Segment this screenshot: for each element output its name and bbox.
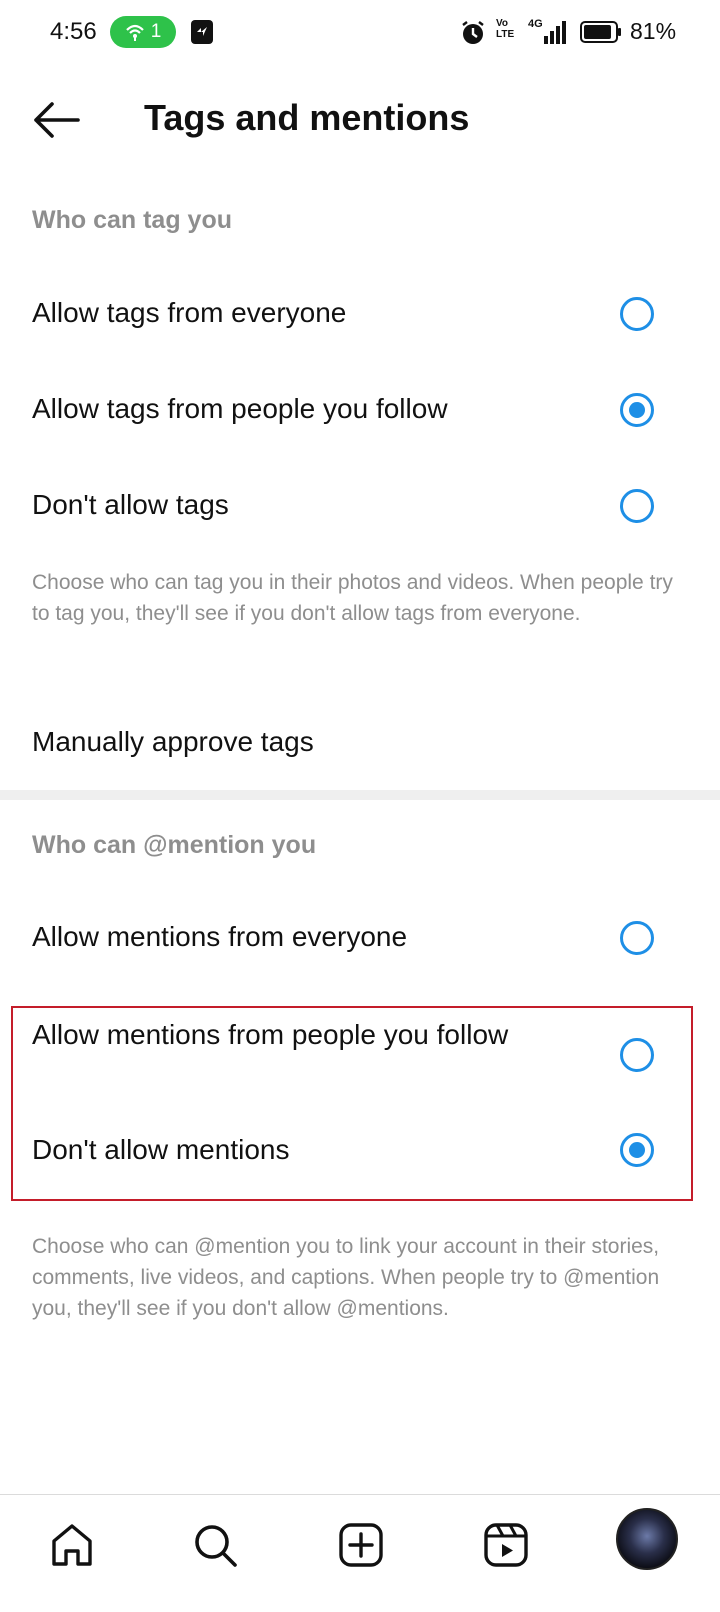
back-button[interactable] <box>30 98 82 142</box>
page-title: Tags and mentions <box>144 97 470 138</box>
app-notification-icon <box>191 20 213 44</box>
option-label: Allow tags from everyone <box>32 297 347 328</box>
highlight-box <box>11 1006 693 1201</box>
reels-icon <box>484 1523 528 1567</box>
alarm-icon <box>462 21 484 44</box>
search-icon <box>195 1525 237 1567</box>
signal-indicator: 4G <box>528 18 570 46</box>
hotspot-icon <box>125 24 144 41</box>
tags-helper-text: Choose who can tag you in their photos a… <box>32 571 673 625</box>
manual-approve-label: Manually approve tags <box>32 726 314 757</box>
arrow-left-icon <box>34 102 80 138</box>
option-label: Allow tags from people you follow <box>32 393 448 424</box>
nav-search[interactable] <box>185 1515 245 1575</box>
battery-icon <box>580 21 621 43</box>
radio-button[interactable] <box>620 297 654 331</box>
mentions-helper-text: Choose who can @mention you to link your… <box>32 1235 660 1320</box>
option-label: Allow mentions from everyone <box>32 921 408 952</box>
home-icon <box>52 1524 92 1566</box>
section-title-tags: Who can tag you <box>32 206 232 234</box>
hotspot-indicator: 1 <box>110 16 176 48</box>
volte-indicator: Vo LTE <box>496 18 515 40</box>
nav-create[interactable] <box>331 1515 391 1575</box>
nav-reels[interactable] <box>476 1515 536 1575</box>
section-title-mentions: Who can @mention you <box>32 831 317 859</box>
option-label: Don't allow tags <box>32 489 229 520</box>
option-tags-following[interactable]: Allow tags from people you follow <box>0 378 720 442</box>
radio-button[interactable] <box>620 921 654 955</box>
option-mentions-everyone[interactable]: Allow mentions from everyone <box>0 906 720 970</box>
section-divider <box>0 790 720 800</box>
radio-button-selected[interactable] <box>620 393 654 427</box>
bottom-nav-border <box>0 1494 720 1495</box>
manual-approve-tags-row[interactable]: Manually approve tags <box>0 700 720 780</box>
profile-avatar[interactable] <box>616 1508 678 1570</box>
option-tags-none[interactable]: Don't allow tags <box>0 474 720 538</box>
nav-home[interactable] <box>42 1515 102 1575</box>
hotspot-count: 1 <box>150 21 162 42</box>
battery-percent: 81% <box>630 18 677 44</box>
radio-button[interactable] <box>620 489 654 523</box>
status-time: 4:56 <box>50 18 97 45</box>
option-tags-everyone[interactable]: Allow tags from everyone <box>0 282 720 346</box>
signal-bars-icon <box>544 21 566 44</box>
create-icon <box>339 1523 383 1567</box>
